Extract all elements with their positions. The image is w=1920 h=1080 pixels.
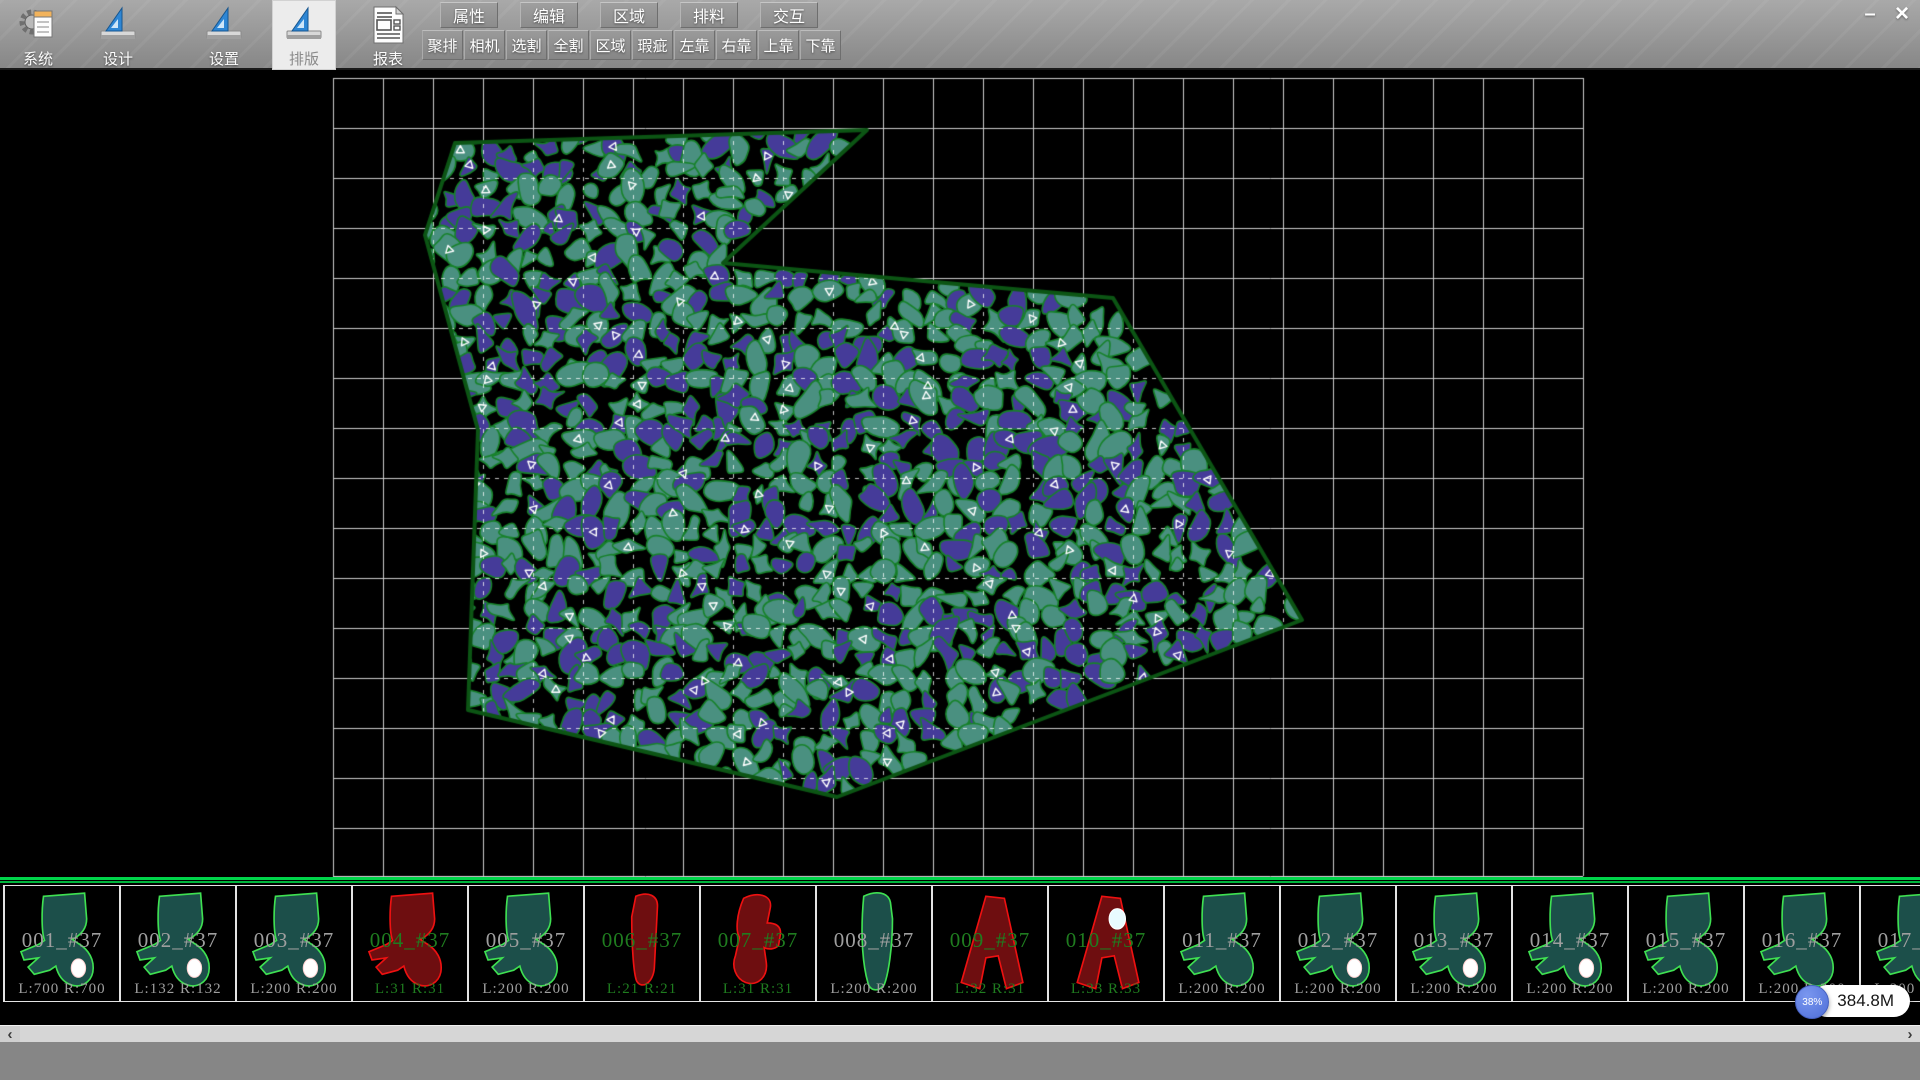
- thumbnail-id: 014_#37: [1513, 928, 1627, 953]
- menu-button-2[interactable]: 编辑: [520, 2, 578, 28]
- thumbnail-id: 009_#37: [933, 928, 1047, 953]
- tool-button-6[interactable]: 瑕疵: [632, 30, 673, 60]
- thumbnail-lr: L:132 R:132: [121, 981, 235, 998]
- tool-button-4[interactable]: 全割: [548, 30, 589, 60]
- menu-button-4[interactable]: 排料: [680, 2, 738, 28]
- settings-button[interactable]: 设置: [192, 0, 256, 70]
- toolbar: 系统 设计 设置: [0, 0, 1920, 70]
- thumbnail-id: 002_#37: [121, 928, 235, 953]
- tool-button-9[interactable]: 上靠: [758, 30, 799, 60]
- thumbnail-lr: L:200 R:200: [1397, 981, 1511, 998]
- close-button[interactable]: ×: [1888, 2, 1916, 26]
- thumbnail-cell-4[interactable]: 004_#37 L:31 R:31: [351, 885, 468, 1002]
- thumbnail-id: 013_#37: [1397, 928, 1511, 953]
- layout-button-label: 排版: [289, 48, 319, 69]
- thumbnail-lr: L:200 R:200: [1629, 981, 1743, 998]
- thumbnail-id: 010_#37: [1049, 928, 1163, 953]
- thumbnail-cell-2[interactable]: 002_#37 L:132 R:132: [119, 885, 236, 1002]
- app-button-group: 系统 设计 设置: [6, 0, 436, 70]
- thumbnail-id: 001_#37: [5, 928, 119, 953]
- tool-button-10[interactable]: 下靠: [800, 30, 841, 60]
- thumbnail-id: 015_#37: [1629, 928, 1743, 953]
- thumbnail-lr: L:200 R:200: [1513, 981, 1627, 998]
- system-button-label: 系统: [23, 48, 53, 69]
- layout-ruler-icon: [283, 4, 325, 46]
- thumbnail-lr: L:200 R:200: [1165, 981, 1279, 998]
- nesting-app-window: 系统 设计 设置: [0, 0, 1920, 1080]
- system-button[interactable]: 系统: [6, 0, 70, 70]
- thumbnail-lr: L:33 R:33: [1049, 981, 1163, 998]
- filmstrip-cells: 001_#37L:700 R:700002_#37L:132 R:132003_…: [0, 885, 1920, 1002]
- layout-button-active[interactable]: 排版: [272, 0, 336, 70]
- thumbnail-lr: L:700 R:700: [5, 981, 119, 998]
- thumbnail-cell-14[interactable]: 014_#37 L:200 R:200: [1511, 885, 1628, 1002]
- thumbnail-cell-12[interactable]: 012_#37 L:200 R:200: [1279, 885, 1396, 1002]
- menu-row: 属性编辑区域排料交互: [440, 2, 818, 28]
- thumbnail-cell-15[interactable]: 015_#37 L:200 R:200: [1627, 885, 1744, 1002]
- thumbnail-cell-1[interactable]: 001_#37 L:700 R:700: [3, 885, 120, 1002]
- window-controls: – ×: [1856, 2, 1916, 26]
- settings-ruler-icon: [203, 4, 245, 46]
- report-button[interactable]: 报表: [356, 0, 420, 70]
- design-button-label: 设计: [103, 48, 133, 69]
- design-ruler-icon: [97, 4, 139, 46]
- thumbnail-lr: L:200 R:200: [817, 981, 931, 998]
- piece-filmstrip: 001_#37L:700 R:700002_#37L:132 R:132003_…: [0, 877, 1920, 1025]
- system-gear-icon: [17, 4, 59, 46]
- menu-button-3[interactable]: 区域: [600, 2, 658, 28]
- thumbnail-lr: L:31 R:31: [353, 981, 467, 998]
- thumbnail-id: 016_#37: [1745, 928, 1859, 953]
- thumbnail-lr: L:31 R:31: [701, 981, 815, 998]
- tool-button-7[interactable]: 左靠: [674, 30, 715, 60]
- thumbnail-id: 005_#37: [469, 928, 583, 953]
- thumbnail-lr: L:200 R:200: [469, 981, 583, 998]
- tool-button-5[interactable]: 区域: [590, 30, 631, 60]
- filmstrip-green-border: [0, 877, 1920, 885]
- thumbnail-cell-13[interactable]: 013_#37 L:200 R:200: [1395, 885, 1512, 1002]
- menu-button-5[interactable]: 交互: [760, 2, 818, 28]
- menu-button-1[interactable]: 属性: [440, 2, 498, 28]
- nesting-canvas[interactable]: [0, 70, 1920, 877]
- status-bar: [0, 1042, 1920, 1080]
- horizontal-scrollbar[interactable]: ‹ ›: [0, 1025, 1920, 1042]
- thumbnail-cell-11[interactable]: 011_#37 L:200 R:200: [1163, 885, 1280, 1002]
- thumbnail-cell-7[interactable]: 007_#37 L:31 R:31: [699, 885, 816, 1002]
- scroll-right-arrow[interactable]: ›: [1900, 1026, 1920, 1042]
- thumbnail-id: 012_#37: [1281, 928, 1395, 953]
- scroll-left-arrow[interactable]: ‹: [0, 1026, 20, 1042]
- report-doc-icon: [367, 4, 409, 46]
- thumbnail-id: 017_#37: [1861, 928, 1920, 953]
- thumbnail-cell-3[interactable]: 003_#37 L:200 R:200: [235, 885, 352, 1002]
- thumbnail-lr: L:200 R:200: [237, 981, 351, 998]
- thumbnail-cell-9[interactable]: 009_#37 L:32 R:31: [931, 885, 1048, 1002]
- thumbnail-cell-8[interactable]: 008_#37 L:200 R:200: [815, 885, 932, 1002]
- design-button[interactable]: 设计: [86, 0, 150, 70]
- thumbnail-lr: L:32 R:31: [933, 981, 1047, 998]
- tool-row: 聚排相机选割全割区域瑕疵左靠右靠上靠下靠: [422, 30, 841, 60]
- thumbnail-id: 007_#37: [701, 928, 815, 953]
- tool-button-1[interactable]: 聚排: [422, 30, 463, 60]
- tool-button-2[interactable]: 相机: [464, 30, 505, 60]
- tool-button-3[interactable]: 选割: [506, 30, 547, 60]
- thumbnail-lr: L:200 R:200: [1281, 981, 1395, 998]
- thumbnail-id: 008_#37: [817, 928, 931, 953]
- thumbnail-lr: L:21 R:21: [585, 981, 699, 998]
- thumbnail-cell-6[interactable]: 006_#37 L:21 R:21: [583, 885, 700, 1002]
- thumbnail-cell-10[interactable]: 010_#37 L:33 R:33: [1047, 885, 1164, 1002]
- settings-button-label: 设置: [209, 48, 239, 69]
- thumbnail-id: 011_#37: [1165, 928, 1279, 953]
- thumbnail-id: 004_#37: [353, 928, 467, 953]
- thumbnail-id: 006_#37: [585, 928, 699, 953]
- memory-badge[interactable]: 384.8M 38%: [1795, 985, 1910, 1019]
- thumbnail-id: 003_#37: [237, 928, 351, 953]
- minimize-button[interactable]: –: [1856, 2, 1884, 26]
- report-button-label: 报表: [373, 48, 403, 69]
- thumbnail-cell-5[interactable]: 005_#37 L:200 R:200: [467, 885, 584, 1002]
- tool-button-8[interactable]: 右靠: [716, 30, 757, 60]
